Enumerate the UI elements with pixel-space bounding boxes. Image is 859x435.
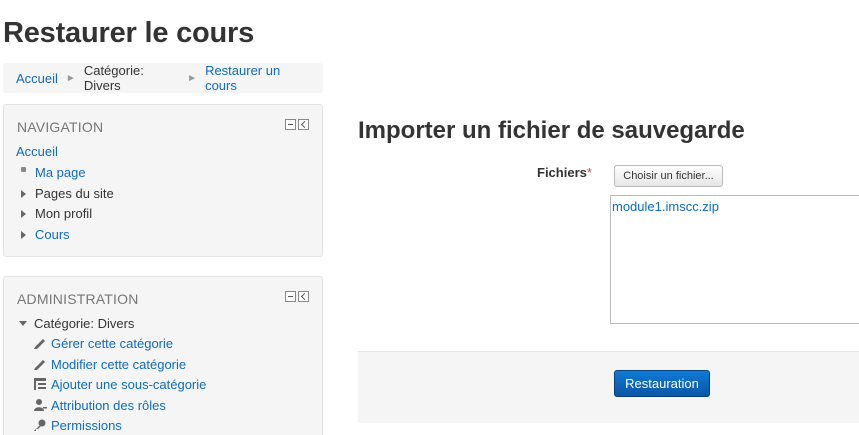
administration-block: ADMINISTRATION Catégorie: Divers Gérer c… bbox=[3, 276, 323, 435]
subcategory-icon bbox=[34, 378, 46, 390]
nav-item-label: Mon profil bbox=[35, 206, 93, 221]
nav-item-courses[interactable]: Cours bbox=[21, 227, 70, 242]
nav-item-my-page[interactable]: Ma page bbox=[21, 165, 86, 180]
nav-item-site-pages[interactable]: Pages du site bbox=[21, 186, 114, 201]
admin-category-node[interactable]: Catégorie: Divers bbox=[19, 316, 134, 331]
admin-manage-category-link[interactable]: Gérer cette catégorie bbox=[51, 336, 173, 351]
files-label: Fichiers* bbox=[537, 165, 592, 180]
file-dropzone[interactable]: module1.imscc.zip bbox=[610, 195, 859, 324]
administration-block-title: ADMINISTRATION bbox=[17, 291, 139, 307]
breadcrumb-restore-course[interactable]: Restaurer un cours bbox=[205, 63, 310, 93]
dock-block-icon[interactable] bbox=[298, 119, 309, 130]
uploaded-file-link[interactable]: module1.imscc.zip bbox=[612, 199, 719, 214]
nav-item-label[interactable]: Cours bbox=[35, 227, 70, 242]
block-controls bbox=[285, 119, 309, 130]
expand-icon[interactable] bbox=[21, 209, 26, 218]
expand-icon[interactable] bbox=[21, 230, 26, 239]
page-title: Restaurer le cours bbox=[3, 17, 255, 49]
bullet-icon bbox=[21, 167, 26, 172]
navigation-block-title: NAVIGATION bbox=[17, 119, 104, 135]
expand-icon[interactable] bbox=[21, 189, 26, 198]
hide-block-icon[interactable] bbox=[285, 291, 296, 302]
pencil-icon bbox=[34, 360, 45, 370]
nav-item-label: Pages du site bbox=[35, 186, 114, 201]
admin-assign-roles-link[interactable]: Attribution des rôles bbox=[51, 398, 166, 413]
nav-item-my-profile[interactable]: Mon profil bbox=[21, 206, 92, 221]
hide-block-icon[interactable] bbox=[285, 119, 296, 130]
form-actions: Restauration bbox=[358, 351, 859, 423]
admin-add-subcategory-link[interactable]: Ajouter une sous-catégorie bbox=[51, 377, 206, 392]
nav-home-link[interactable]: Accueil bbox=[16, 144, 58, 159]
collapse-icon[interactable] bbox=[19, 321, 27, 326]
user-role-icon bbox=[34, 399, 47, 411]
breadcrumb-separator-icon: ► bbox=[65, 72, 76, 84]
breadcrumb-home[interactable]: Accueil bbox=[16, 71, 58, 86]
admin-edit-category-link[interactable]: Modifier cette catégorie bbox=[51, 357, 186, 372]
nav-item-label[interactable]: Ma page bbox=[35, 165, 86, 180]
navigation-block: NAVIGATION Accueil Ma page Pages du site… bbox=[3, 104, 323, 257]
restore-button[interactable]: Restauration bbox=[614, 370, 710, 397]
import-section-title: Importer un fichier de sauvegarde bbox=[358, 117, 745, 144]
breadcrumb: Accueil ► Catégorie: Divers ► Restaurer … bbox=[3, 63, 323, 93]
required-marker: * bbox=[586, 165, 592, 180]
breadcrumb-category: Catégorie: Divers bbox=[83, 63, 144, 93]
admin-permissions-link[interactable]: Permissions bbox=[51, 418, 122, 433]
key-icon bbox=[34, 419, 46, 431]
files-label-text: Fichiers bbox=[537, 165, 587, 180]
pencil-icon bbox=[34, 339, 45, 349]
dock-block-icon[interactable] bbox=[298, 291, 309, 302]
admin-category-label: Catégorie: Divers bbox=[34, 316, 135, 331]
block-controls bbox=[285, 291, 309, 302]
breadcrumb-separator-icon: ► bbox=[187, 72, 198, 84]
choose-file-button[interactable]: Choisir un fichier... bbox=[614, 165, 723, 187]
